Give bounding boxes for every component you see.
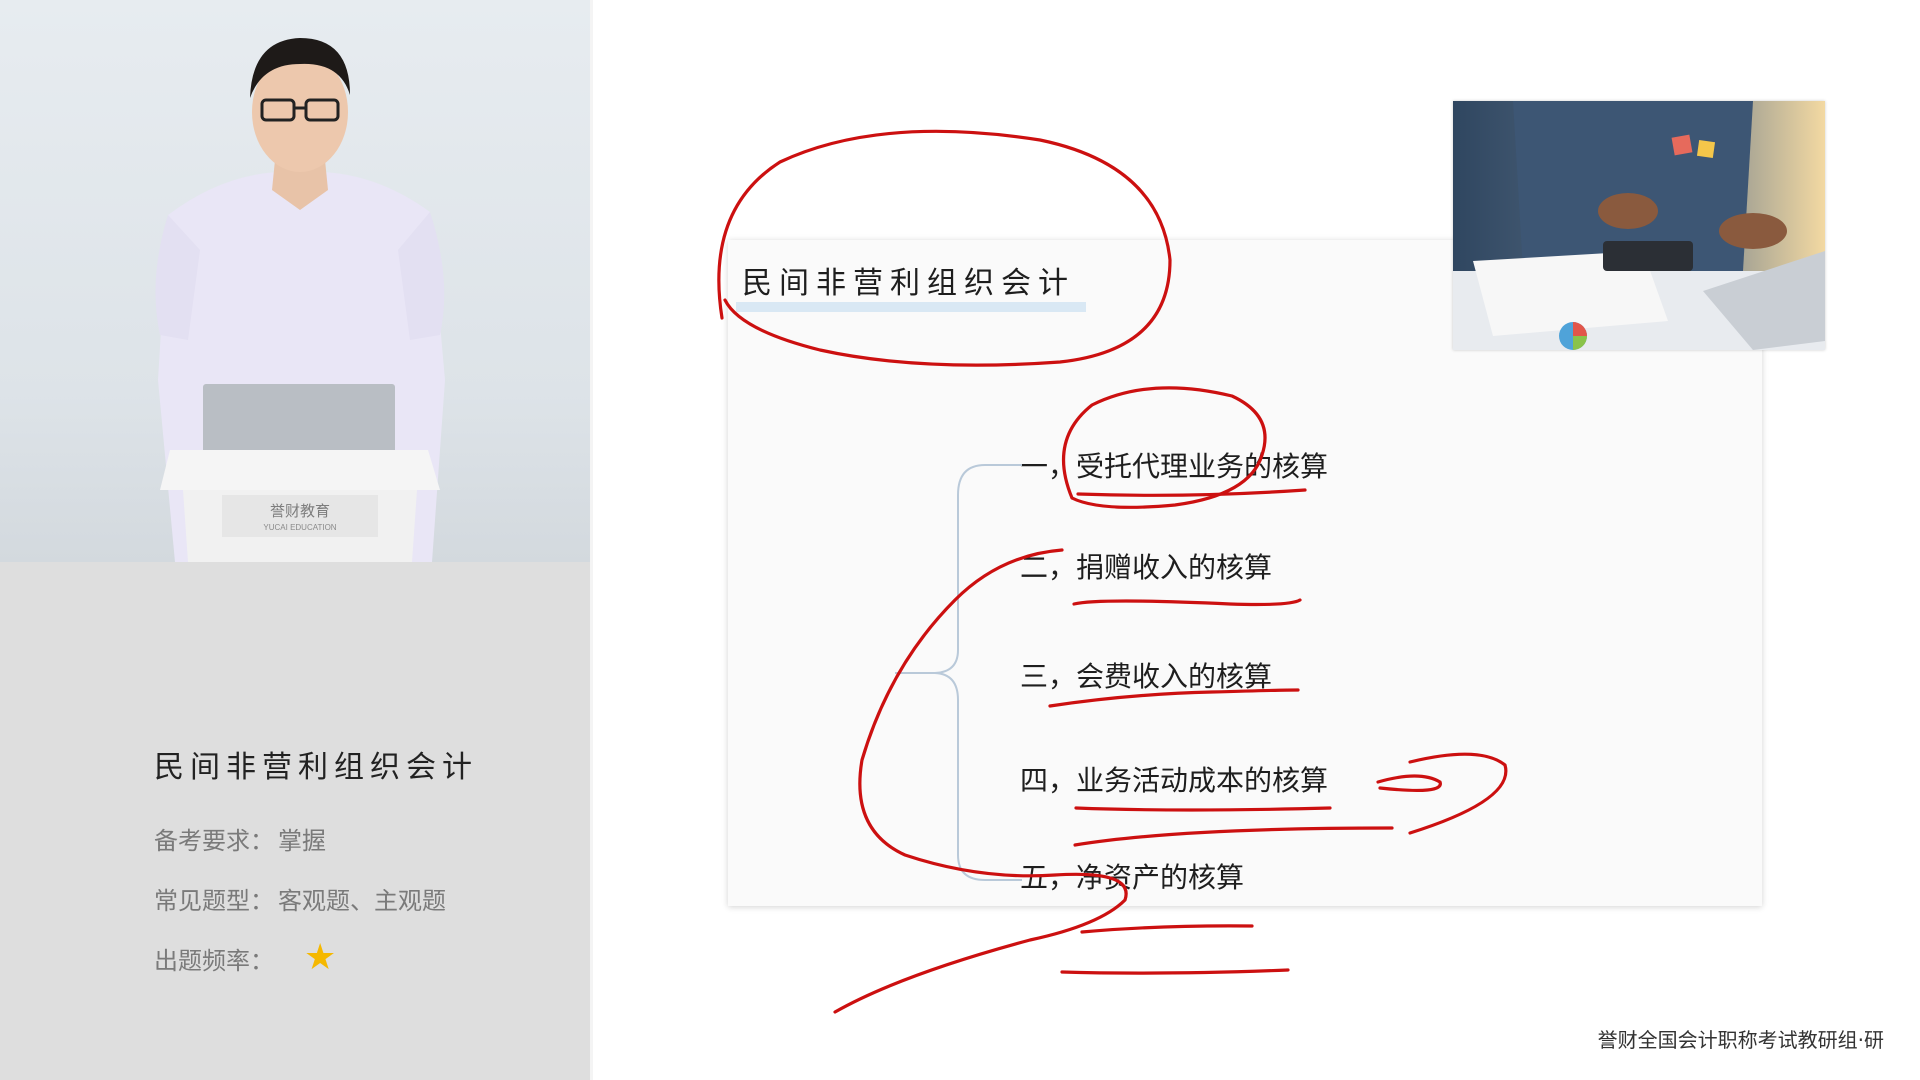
topic5-second-underline-mark [1060, 968, 1290, 975]
topic4-second-underline-mark [1073, 826, 1394, 847]
topic4-swirl-mark [1376, 752, 1508, 835]
topic5-underline-mark [1080, 924, 1254, 934]
topic1-circle-mark [1061, 386, 1267, 509]
topic2-underline-mark [1072, 598, 1302, 607]
footer-credit: 誉财全国会计职称考试教研组·研 [1597, 1028, 1884, 1052]
annotation-layer [717, 129, 1508, 1014]
topic4-underline-mark [1074, 806, 1332, 812]
mindmap-bracket [895, 464, 1022, 881]
topic1-underline-mark [1076, 488, 1307, 497]
title-circle-mark [717, 129, 1172, 367]
red-pen-annotations [717, 129, 1508, 1014]
topic3-underline-mark [1048, 688, 1300, 708]
s-curve-mark [833, 548, 1128, 1014]
